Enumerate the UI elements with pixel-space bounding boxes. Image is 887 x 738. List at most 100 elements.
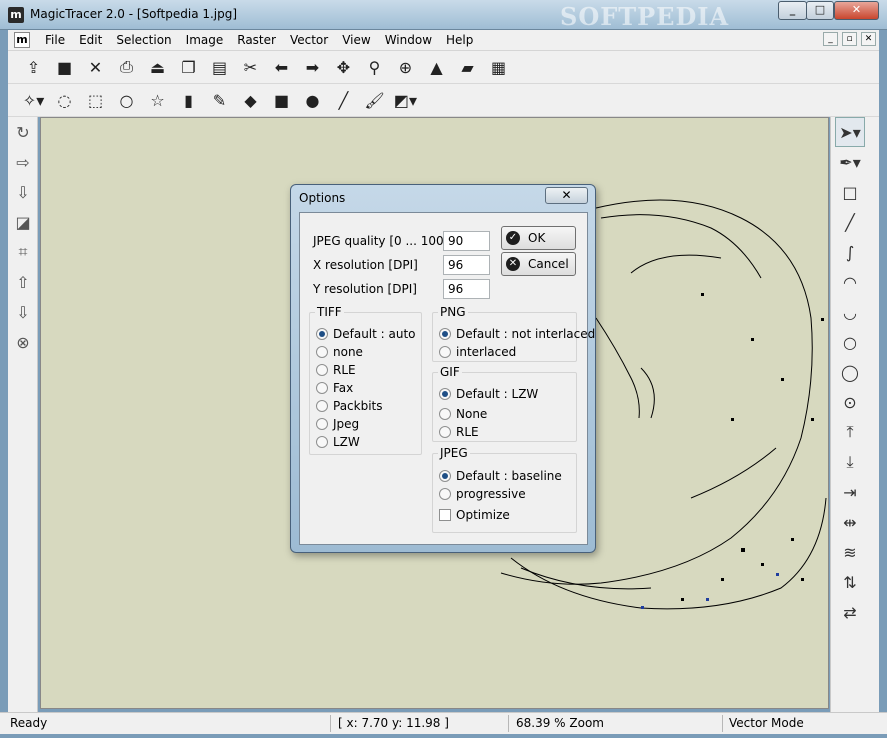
grid-icon[interactable]: ▦: [483, 53, 514, 81]
doc-restore-button[interactable]: ▫: [842, 32, 857, 46]
magic-wand-icon[interactable]: ✧▾: [18, 86, 49, 114]
circle-icon[interactable]: ○: [835, 327, 865, 357]
menu-file[interactable]: File: [38, 33, 72, 47]
move-down-icon[interactable]: ⇩: [8, 297, 38, 327]
print-icon[interactable]: ⎙: [111, 53, 142, 81]
circle-center-icon[interactable]: ⊙: [835, 387, 865, 417]
lasso-icon[interactable]: ◌: [49, 86, 80, 114]
optimize-checkbox[interactable]: Optimize: [439, 508, 510, 522]
join-icon[interactable]: ⇥: [835, 477, 865, 507]
cancel-button[interactable]: ✕ Cancel: [501, 252, 576, 276]
pen-icon[interactable]: ✒▾: [835, 147, 865, 177]
tiff-option-default[interactable]: Default : auto: [316, 327, 416, 341]
eraser-icon[interactable]: ▮: [173, 86, 204, 114]
align-top-icon[interactable]: ⤒: [835, 417, 865, 447]
jpeg-option-progressive[interactable]: progressive: [439, 487, 526, 501]
menu-edit[interactable]: Edit: [72, 33, 109, 47]
menu-selection[interactable]: Selection: [109, 33, 178, 47]
circle-alt-icon[interactable]: ◯: [835, 357, 865, 387]
png-group-title: PNG: [438, 305, 468, 319]
title-bar[interactable]: m MagicTracer 2.0 - [Softpedia 1.jpg] SO…: [0, 0, 887, 31]
merge-icon[interactable]: ≋: [835, 537, 865, 567]
xres-field[interactable]: 96: [443, 255, 490, 275]
paste-icon[interactable]: ▤: [204, 53, 235, 81]
pencil-icon[interactable]: ✎: [204, 86, 235, 114]
scan-icon[interactable]: ⏏: [142, 53, 173, 81]
jpeg-quality-field[interactable]: 90: [443, 231, 490, 251]
close-icon[interactable]: ✕: [80, 53, 111, 81]
copy-icon[interactable]: ❐: [173, 53, 204, 81]
doc-close-button[interactable]: ✕: [861, 32, 876, 46]
gif-option-default[interactable]: Default : LZW: [439, 387, 538, 401]
menu-window[interactable]: Window: [378, 33, 439, 47]
tiff-option-none[interactable]: none: [316, 345, 363, 359]
tiff-option-lzw[interactable]: LZW: [316, 435, 360, 449]
crop-icon[interactable]: ⌗: [8, 237, 38, 267]
flip-vertical-icon[interactable]: ⇅: [835, 567, 865, 597]
png-option-default[interactable]: Default : not interlaced: [439, 327, 595, 341]
circle-icon[interactable]: ●: [297, 86, 328, 114]
watermark: SOFTPEDIA: [560, 2, 730, 31]
undo-arrow-icon[interactable]: ⬅: [266, 53, 297, 81]
save-icon[interactable]: ■: [49, 53, 80, 81]
gif-option-none[interactable]: None: [439, 407, 487, 421]
open-icon[interactable]: ⇪: [18, 53, 49, 81]
document-icon[interactable]: m: [14, 32, 30, 48]
color-picker-icon[interactable]: ◩▾: [390, 86, 421, 114]
doc-minimize-button[interactable]: _: [823, 32, 838, 46]
rect-select-icon[interactable]: ⬚: [80, 86, 111, 114]
cancel-icon[interactable]: ⊗: [8, 327, 38, 357]
ok-button[interactable]: ✓ OK: [501, 226, 576, 250]
menu-view[interactable]: View: [335, 33, 377, 47]
menu-raster[interactable]: Raster: [230, 33, 283, 47]
dialog-close-button[interactable]: ✕: [545, 187, 588, 204]
tiff-option-packbits[interactable]: Packbits: [316, 399, 383, 413]
menu-vector[interactable]: Vector: [283, 33, 335, 47]
rectangle-icon[interactable]: ■: [266, 86, 297, 114]
cancel-x-icon: ✕: [506, 257, 520, 271]
dialog-title: Options: [299, 191, 346, 205]
arc-alt-icon[interactable]: ◡: [835, 297, 865, 327]
options-dialog: Options ✕ JPEG quality [0 ... 100] 90 X …: [290, 184, 596, 553]
yres-field[interactable]: 96: [443, 279, 490, 299]
zoom-fit-icon[interactable]: ⊕: [390, 53, 421, 81]
pointer-icon[interactable]: ➤▾: [835, 117, 865, 147]
flip-horizontal-icon[interactable]: ⇄: [835, 597, 865, 627]
gif-option-rle[interactable]: RLE: [439, 425, 479, 439]
rotate-icon[interactable]: ↻: [8, 117, 38, 147]
export-icon[interactable]: ⇨: [8, 147, 38, 177]
resize-icon[interactable]: ◪: [8, 207, 38, 237]
menu-help[interactable]: Help: [439, 33, 480, 47]
tiff-option-rle[interactable]: RLE: [316, 363, 356, 377]
brush-icon[interactable]: 🖌: [359, 86, 390, 114]
tiff-option-fax[interactable]: Fax: [316, 381, 353, 395]
curve-icon[interactable]: ∫: [835, 237, 865, 267]
zoom-icon[interactable]: ⚲: [359, 53, 390, 81]
move-up-icon[interactable]: ⇧: [8, 267, 38, 297]
rectangle-icon[interactable]: □: [835, 177, 865, 207]
tiff-group: TIFF Default : auto none RLE Fax Packbit…: [309, 305, 422, 455]
layers-icon[interactable]: ▰: [452, 53, 483, 81]
arc-icon[interactable]: ◠: [835, 267, 865, 297]
close-button[interactable]: ✕: [834, 1, 879, 20]
png-option-interlaced[interactable]: interlaced: [439, 345, 516, 359]
line-icon[interactable]: ╱: [328, 86, 359, 114]
cut-icon[interactable]: ✂: [235, 53, 266, 81]
split-icon[interactable]: ⇹: [835, 507, 865, 537]
menu-image[interactable]: Image: [179, 33, 231, 47]
minimize-button[interactable]: _: [778, 1, 807, 20]
drawing-toolbar: ✧▾ ◌ ⬚ ○ ☆ ▮ ✎ ◆ ■ ● ╱ 🖌 ◩▾: [8, 84, 879, 117]
move-icon[interactable]: ✥: [328, 53, 359, 81]
radio-icon: [439, 408, 451, 420]
ellipse-select-icon[interactable]: ○: [111, 86, 142, 114]
redo-arrow-icon[interactable]: ➡: [297, 53, 328, 81]
maximize-button[interactable]: □: [806, 1, 834, 20]
import-icon[interactable]: ⇩: [8, 177, 38, 207]
fill-icon[interactable]: ◆: [235, 86, 266, 114]
polygon-select-icon[interactable]: ☆: [142, 86, 173, 114]
jpeg-option-baseline[interactable]: Default : baseline: [439, 469, 562, 483]
image-icon[interactable]: ▲: [421, 53, 452, 81]
tiff-option-jpeg[interactable]: Jpeg: [316, 417, 359, 431]
align-bottom-icon[interactable]: ⤓: [835, 447, 865, 477]
line-icon[interactable]: ╱: [835, 207, 865, 237]
